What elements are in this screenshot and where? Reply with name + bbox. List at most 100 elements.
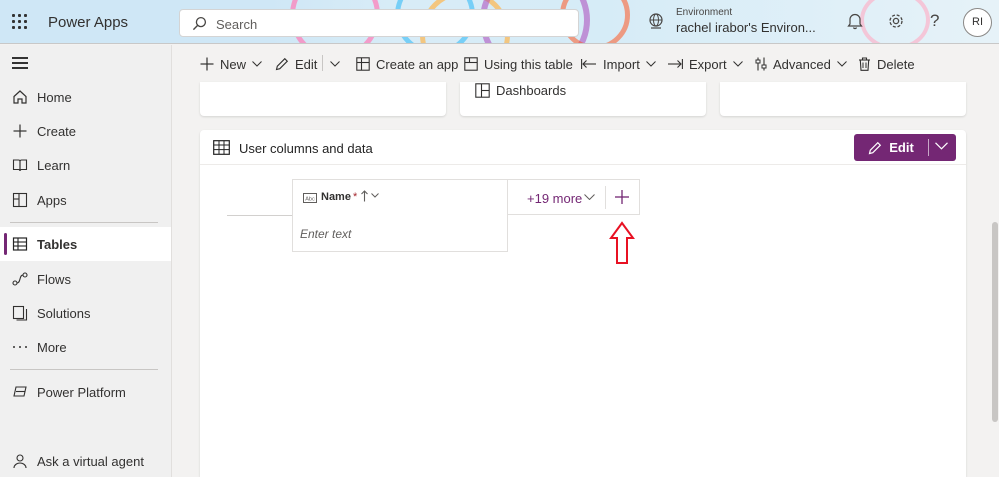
using-table-button[interactable]: Using this table xyxy=(464,54,573,74)
hamburger-menu-icon[interactable] xyxy=(12,57,28,72)
nav-item-learn[interactable]: Learn xyxy=(0,148,171,182)
nav-label: Learn xyxy=(37,158,71,173)
nav-divider xyxy=(10,369,158,370)
create-app-icon xyxy=(356,57,370,71)
name-cell-input[interactable]: Enter text xyxy=(292,215,508,252)
search-box[interactable] xyxy=(179,9,579,37)
using-table-label: Using this table xyxy=(484,56,573,72)
apps-icon xyxy=(12,192,28,208)
export-arrow-icon xyxy=(668,59,683,69)
import-arrow-icon xyxy=(581,59,596,69)
info-card xyxy=(200,82,446,116)
nav-label: Home xyxy=(37,90,72,105)
info-card xyxy=(720,82,966,116)
table-icon xyxy=(12,237,28,251)
advanced-label: Advanced xyxy=(773,56,831,72)
chevron-down-icon[interactable] xyxy=(584,194,595,200)
command-bar: New Edit Create an app Using this table … xyxy=(172,45,999,82)
import-label: Import xyxy=(603,56,640,72)
user-avatar[interactable]: RI xyxy=(963,8,992,37)
nav-label: Create xyxy=(37,124,77,139)
flow-icon xyxy=(12,272,28,286)
search-input[interactable] xyxy=(216,14,556,34)
scrollbar-thumb[interactable] xyxy=(992,222,998,422)
nav-item-apps[interactable]: Apps xyxy=(0,183,171,217)
new-button[interactable]: New xyxy=(200,54,262,74)
app-launcher-icon[interactable] xyxy=(12,14,28,30)
sort-ascending-icon[interactable] xyxy=(361,190,368,202)
nav-label: Ask a virtual agent xyxy=(37,454,144,469)
left-navigation: Home Create Learn Apps Tables Flows Solu… xyxy=(0,45,172,477)
svg-text:Abc: Abc xyxy=(305,196,315,202)
dashboards-link[interactable]: Dashboards xyxy=(475,83,566,98)
nav-label: Solutions xyxy=(37,306,91,321)
column-name-text: Name * xyxy=(321,191,358,203)
create-app-button[interactable]: Create an app xyxy=(356,54,458,74)
nav-item-tables[interactable]: Tables xyxy=(0,227,171,261)
pencil-icon xyxy=(275,57,289,71)
import-button[interactable]: Import xyxy=(581,54,656,74)
delete-button[interactable]: Delete xyxy=(858,54,915,74)
panel-title: User columns and data xyxy=(239,141,373,156)
environment-icon[interactable] xyxy=(647,12,665,30)
dashboard-icon xyxy=(475,83,490,98)
cell-placeholder: Enter text xyxy=(300,227,352,241)
nav-label: Flows xyxy=(37,272,71,287)
virtual-agent-icon xyxy=(13,454,27,469)
nav-label: More xyxy=(37,340,67,355)
pencil-icon xyxy=(868,141,882,154)
chevron-down-icon xyxy=(252,61,262,67)
trash-icon xyxy=(859,57,870,71)
chevron-down-icon[interactable] xyxy=(935,142,948,150)
nav-item-solutions[interactable]: Solutions xyxy=(0,296,171,330)
search-icon xyxy=(192,16,207,31)
help-icon[interactable]: ? xyxy=(930,11,939,31)
edit-label: Edit xyxy=(295,56,318,72)
nav-item-create[interactable]: Create xyxy=(0,114,171,148)
create-app-label: Create an app xyxy=(376,56,459,72)
power-platform-icon xyxy=(13,386,27,397)
nav-item-power-platform[interactable]: Power Platform xyxy=(0,375,171,409)
using-table-icon xyxy=(464,57,478,71)
column-header-name[interactable]: Abc Name * xyxy=(292,179,508,216)
add-column-plus-icon[interactable] xyxy=(614,189,630,205)
edit-command-button[interactable]: Edit xyxy=(275,54,317,74)
environment-name[interactable]: rachel irabor's Environ... xyxy=(676,20,816,35)
environment-label: Environment xyxy=(676,7,733,18)
page-scrollbar[interactable] xyxy=(990,82,999,477)
nav-item-virtual-agent[interactable]: Ask a virtual agent xyxy=(0,444,171,477)
delete-label: Delete xyxy=(877,56,915,72)
table-icon xyxy=(213,140,230,155)
nav-item-flows[interactable]: Flows xyxy=(0,262,171,296)
notifications-icon[interactable] xyxy=(847,12,863,30)
chevron-down-icon xyxy=(330,61,340,67)
chevron-down-icon[interactable] xyxy=(371,193,379,198)
more-columns-control: +19 more xyxy=(507,179,640,215)
more-icon xyxy=(13,346,27,348)
app-title[interactable]: Power Apps xyxy=(48,14,128,31)
edit-menu-chevron[interactable] xyxy=(330,54,340,74)
chevron-down-icon xyxy=(732,61,743,67)
nav-item-more[interactable]: More xyxy=(0,330,171,364)
edit-data-main[interactable]: Edit xyxy=(854,134,928,161)
nav-item-home[interactable]: Home xyxy=(0,80,171,114)
red-annotation-arrow xyxy=(609,221,635,264)
more-split-divider xyxy=(605,186,606,209)
command-divider xyxy=(322,55,323,71)
nav-label: Apps xyxy=(37,193,67,208)
dashboards-label: Dashboards xyxy=(496,83,567,98)
advanced-settings-icon xyxy=(755,57,767,71)
edit-data-button[interactable]: Edit xyxy=(854,134,956,161)
plus-icon xyxy=(200,57,214,71)
nav-divider xyxy=(10,222,158,223)
settings-gear-icon[interactable] xyxy=(887,12,905,30)
more-columns-button[interactable]: +19 more xyxy=(527,191,582,206)
panel-header: User columns and data Edit xyxy=(200,130,966,165)
export-button[interactable]: Export xyxy=(667,54,743,74)
text-type-icon: Abc xyxy=(303,193,317,203)
chevron-down-icon xyxy=(836,61,847,67)
new-label: New xyxy=(220,56,247,72)
top-header: Power Apps Environment rachel irabor's E… xyxy=(0,0,999,44)
advanced-button[interactable]: Advanced xyxy=(755,54,847,74)
book-icon xyxy=(12,159,28,172)
